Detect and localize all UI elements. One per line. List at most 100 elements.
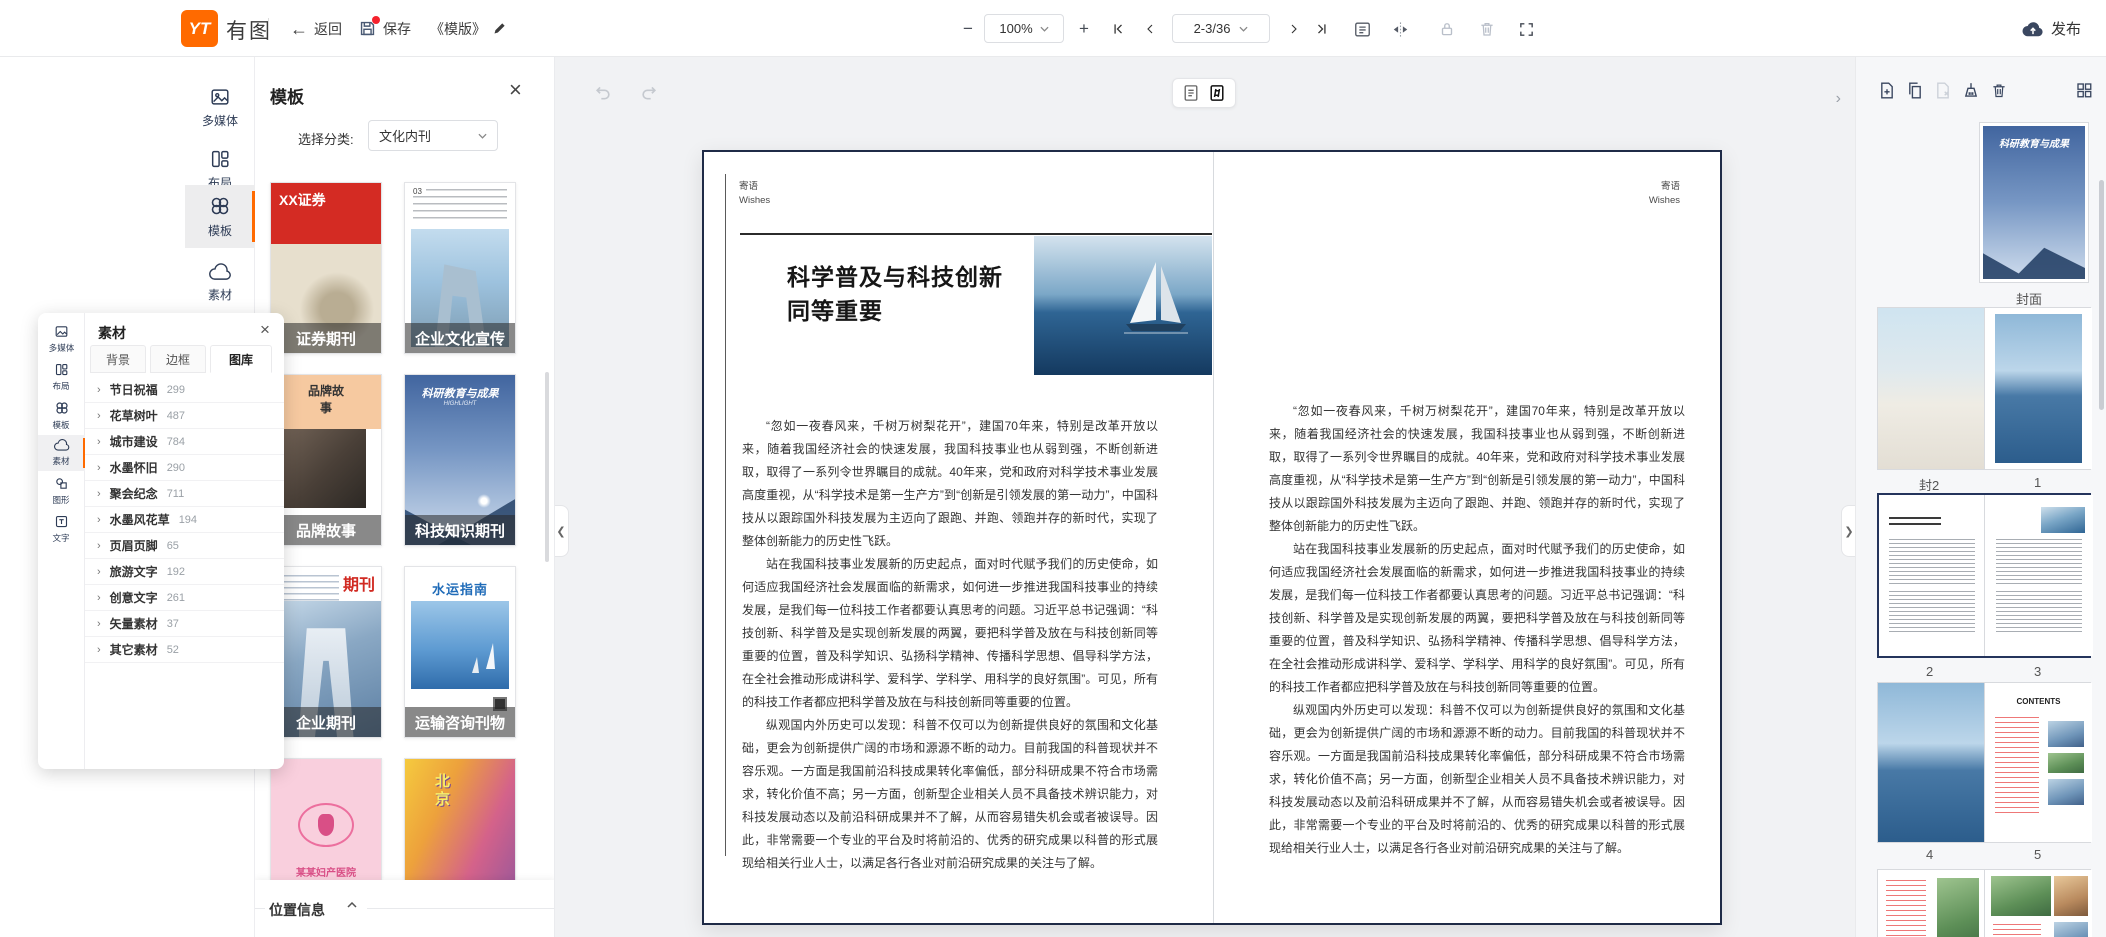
chevron-right-icon: › xyxy=(97,436,101,448)
chevron-right-icon: › xyxy=(97,592,101,604)
collapse-right-panel-tab[interactable]: ❯ xyxy=(1841,505,1856,557)
template-card[interactable]: 品牌故事 品牌故事 xyxy=(270,374,382,546)
panel-scrollbar[interactable] xyxy=(545,372,549,562)
category-row[interactable]: ›城市建设784 xyxy=(85,429,284,455)
undo-button[interactable] xyxy=(593,83,613,101)
zoom-in-button[interactable]: + xyxy=(1074,19,1094,39)
template-card[interactable]: 期刊 企业期刊 xyxy=(270,566,382,738)
category-count: 37 xyxy=(167,618,179,630)
document-spread[interactable]: 寄语 Wishes 科学普及与科技创新 同等重要 xyxy=(702,150,1722,925)
canvas-area[interactable]: › 寄语 Wishes 科学普及与科技创新 同等重要 xyxy=(555,57,1855,937)
tab-gallery[interactable]: 图库 xyxy=(210,345,272,373)
close-icon[interactable]: × xyxy=(260,321,270,338)
close-icon[interactable]: × xyxy=(509,79,522,101)
mini-item-layout[interactable]: 布局 xyxy=(38,359,85,395)
pages-scrollbar[interactable] xyxy=(2099,180,2104,410)
category-row[interactable]: ›旅游文字192 xyxy=(85,559,284,585)
lock-icon[interactable] xyxy=(1437,19,1457,39)
category-row[interactable]: ›水墨风花草194 xyxy=(85,507,284,533)
delete-page-icon[interactable] xyxy=(1934,81,1954,101)
mini-item-shapes[interactable]: 图形 xyxy=(38,473,85,509)
duplicate-page-icon[interactable] xyxy=(1906,81,1926,101)
template-name: 企业文化宣传 xyxy=(405,323,515,353)
category-row[interactable]: ›其它素材52 xyxy=(85,637,284,663)
tab-border[interactable]: 边框 xyxy=(150,345,206,373)
mini-item-assets[interactable]: 素材 xyxy=(38,435,85,471)
back-button[interactable]: ← 返回 xyxy=(290,0,342,57)
position-info-label: 位置信息 xyxy=(269,900,325,920)
zoom-select[interactable]: 100% xyxy=(984,14,1064,43)
category-name: 城市建设 xyxy=(110,433,158,450)
article-body-right[interactable]: “忽如一夜春风来，千树万树梨花开”，建国70年来，特别是改革开放以来，随着我国经… xyxy=(1269,400,1685,860)
image-icon xyxy=(209,86,231,108)
mini-item-text[interactable]: 文字 xyxy=(38,511,85,547)
fullscreen-icon[interactable] xyxy=(1516,19,1536,39)
sidebar-item-multimedia[interactable]: 多媒体 xyxy=(185,77,255,137)
category-row[interactable]: ›节日祝福299 xyxy=(85,377,284,403)
save-button[interactable]: 保存 xyxy=(358,0,411,57)
sidebar-item-templates[interactable]: 模板 xyxy=(185,185,255,248)
template-name: 证券期刊 xyxy=(271,323,381,353)
view-mode-toggle xyxy=(1172,78,1236,108)
thumbnail-cover[interactable]: 科研教育与成果 xyxy=(1979,122,2089,283)
chevron-right-icon[interactable]: › xyxy=(1836,90,1841,108)
zoom-out-button[interactable]: − xyxy=(958,19,978,39)
tab-background[interactable]: 背景 xyxy=(90,345,146,373)
section-header-right[interactable]: 寄语 Wishes xyxy=(1649,180,1680,208)
mini-item-label: 多媒体 xyxy=(49,341,75,353)
thumbnail-spread-4-5[interactable]: CONTENTS xyxy=(1877,682,2091,843)
unsaved-badge xyxy=(372,16,380,24)
template-panel-title: 模板 xyxy=(270,83,304,108)
template-card[interactable]: 科研教育与成果 HIGHLIGHT 科技知识期刊 xyxy=(404,374,516,546)
trash-icon[interactable] xyxy=(1990,81,2010,101)
position-info-bar[interactable]: 位置信息 xyxy=(255,880,555,937)
collapse-left-panel-tab[interactable]: ❮ xyxy=(554,505,569,557)
template-name: 运输咨询刊物 xyxy=(405,707,515,737)
page-select[interactable]: 2-3/36 xyxy=(1172,14,1270,43)
template-card[interactable]: 水运指南 运输咨询刊物 xyxy=(404,566,516,738)
sidebar-item-assets[interactable]: 素材 xyxy=(185,253,255,313)
publish-button[interactable]: 发布 xyxy=(2022,0,2081,57)
mini-item-templates[interactable]: 模板 xyxy=(38,397,85,433)
first-page-button[interactable] xyxy=(1108,19,1128,39)
thumbnail-spread-6-7[interactable] xyxy=(1877,869,2091,937)
category-row[interactable]: ›聚会纪念711 xyxy=(85,481,284,507)
yt-logo[interactable]: YT xyxy=(181,10,218,47)
chevron-right-icon: › xyxy=(97,488,101,500)
prev-page-button[interactable] xyxy=(1140,19,1160,39)
article-body-left[interactable]: “忽如一夜春风来，千树万树梨花开”，建国70年来，特别是改革开放以来，随着我国经… xyxy=(742,415,1158,875)
category-select[interactable]: 文化内刊 xyxy=(368,120,498,151)
category-count: 290 xyxy=(167,462,185,474)
mini-item-multimedia[interactable]: 多媒体 xyxy=(38,321,85,357)
grid-view-icon[interactable] xyxy=(2075,81,2095,101)
next-page-button[interactable] xyxy=(1284,19,1304,39)
category-row[interactable]: ›水墨怀旧290 xyxy=(85,455,284,481)
category-row[interactable]: ›矢量素材37 xyxy=(85,611,284,637)
template-card[interactable]: 03 企业文化宣传 xyxy=(404,182,516,354)
category-row[interactable]: ›花草树叶487 xyxy=(85,403,284,429)
category-filter-label: 选择分类: xyxy=(298,129,354,148)
add-page-icon[interactable] xyxy=(1878,81,1898,101)
section-header-left[interactable]: 寄语 Wishes xyxy=(739,180,770,208)
category-row[interactable]: ›页眉页脚65 xyxy=(85,533,284,559)
spread-view-icon[interactable] xyxy=(1209,84,1225,102)
edit-pencil-icon[interactable] xyxy=(492,21,507,36)
mirror-flip-icon[interactable] xyxy=(1390,19,1410,39)
last-page-button[interactable] xyxy=(1312,19,1332,39)
template-card[interactable]: XX证券 证券期刊 xyxy=(270,182,382,354)
cloud-icon xyxy=(54,439,70,452)
mini-item-label: 布局 xyxy=(53,379,70,391)
single-page-view-icon[interactable] xyxy=(1183,84,1199,102)
page-indicator: 2-3/36 xyxy=(1194,21,1231,36)
sailboat-photo[interactable] xyxy=(1034,236,1212,375)
document-title[interactable]: 《模版》 xyxy=(430,0,507,57)
category-row[interactable]: ›创意文字261 xyxy=(85,585,284,611)
article-title[interactable]: 科学普及与科技创新 同等重要 xyxy=(787,260,1003,328)
clear-brush-icon[interactable] xyxy=(1962,81,1982,101)
redo-button[interactable] xyxy=(639,83,659,101)
delete-icon[interactable] xyxy=(1477,19,1497,39)
page-setup-icon[interactable] xyxy=(1352,19,1372,39)
thumbnail-spread-cover2-1[interactable] xyxy=(1877,307,2091,470)
doc-title-text: 《模版》 xyxy=(430,19,486,39)
thumbnail-spread-2-3-selected[interactable] xyxy=(1877,493,2091,658)
